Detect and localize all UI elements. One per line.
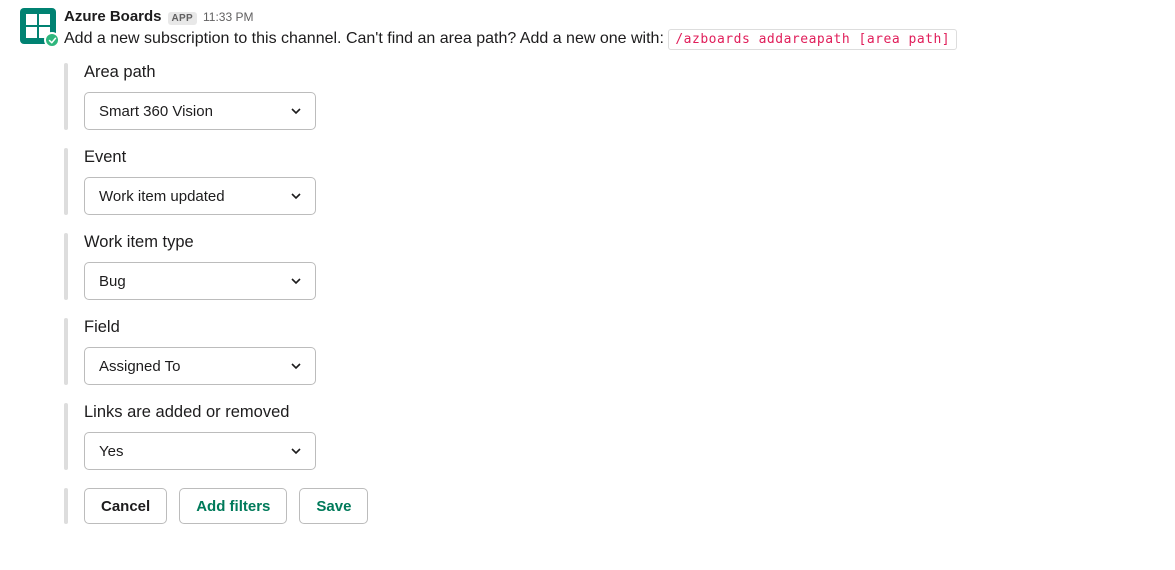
select-links[interactable]: Yes xyxy=(84,432,316,470)
select-value: Work item updated xyxy=(99,188,225,205)
select-work-item-type[interactable]: Bug xyxy=(84,262,316,300)
cancel-button[interactable]: Cancel xyxy=(84,488,167,524)
sender-name[interactable]: Azure Boards xyxy=(64,8,162,25)
label-event: Event xyxy=(84,148,1155,167)
timestamp: 11:33 PM xyxy=(203,10,253,24)
section-event: Event Work item updated xyxy=(64,148,1155,215)
slack-message: Azure Boards APP 11:33 PM Add a new subs… xyxy=(20,8,1155,524)
select-value: Assigned To xyxy=(99,358,180,375)
chevron-down-icon xyxy=(291,276,301,286)
attachment-bar xyxy=(64,318,68,385)
attachment-bar xyxy=(64,148,68,215)
section-work-item-type: Work item type Bug xyxy=(64,233,1155,300)
select-value: Bug xyxy=(99,273,126,290)
section-area-path: Area path Smart 360 Vision xyxy=(64,63,1155,130)
section-links: Links are added or removed Yes xyxy=(64,403,1155,470)
select-event[interactable]: Work item updated xyxy=(84,177,316,215)
intro-body: Add a new subscription to this channel. … xyxy=(64,30,668,47)
chevron-down-icon xyxy=(291,446,301,456)
message-header: Azure Boards APP 11:33 PM xyxy=(64,8,1155,25)
add-filters-button[interactable]: Add filters xyxy=(179,488,287,524)
attachment-bar xyxy=(64,488,68,524)
presence-check-icon xyxy=(44,32,60,48)
chevron-down-icon xyxy=(291,106,301,116)
section-actions: Cancel Add filters Save xyxy=(64,488,1155,524)
intro-text: Add a new subscription to this channel. … xyxy=(64,27,1155,51)
section-field: Field Assigned To xyxy=(64,318,1155,385)
slash-command-code: /azboards addareapath [area path] xyxy=(668,29,957,50)
label-area-path: Area path xyxy=(84,63,1155,82)
chevron-down-icon xyxy=(291,191,301,201)
select-value: Smart 360 Vision xyxy=(99,103,213,120)
label-work-item-type: Work item type xyxy=(84,233,1155,252)
select-value: Yes xyxy=(99,443,123,460)
select-area-path[interactable]: Smart 360 Vision xyxy=(84,92,316,130)
app-badge: APP xyxy=(168,12,197,25)
label-links: Links are added or removed xyxy=(84,403,1155,422)
save-button[interactable]: Save xyxy=(299,488,368,524)
attachment-bar xyxy=(64,403,68,470)
avatar xyxy=(20,8,56,44)
attachment-bar xyxy=(64,233,68,300)
select-field[interactable]: Assigned To xyxy=(84,347,316,385)
attachment-bar xyxy=(64,63,68,130)
chevron-down-icon xyxy=(291,361,301,371)
label-field: Field xyxy=(84,318,1155,337)
